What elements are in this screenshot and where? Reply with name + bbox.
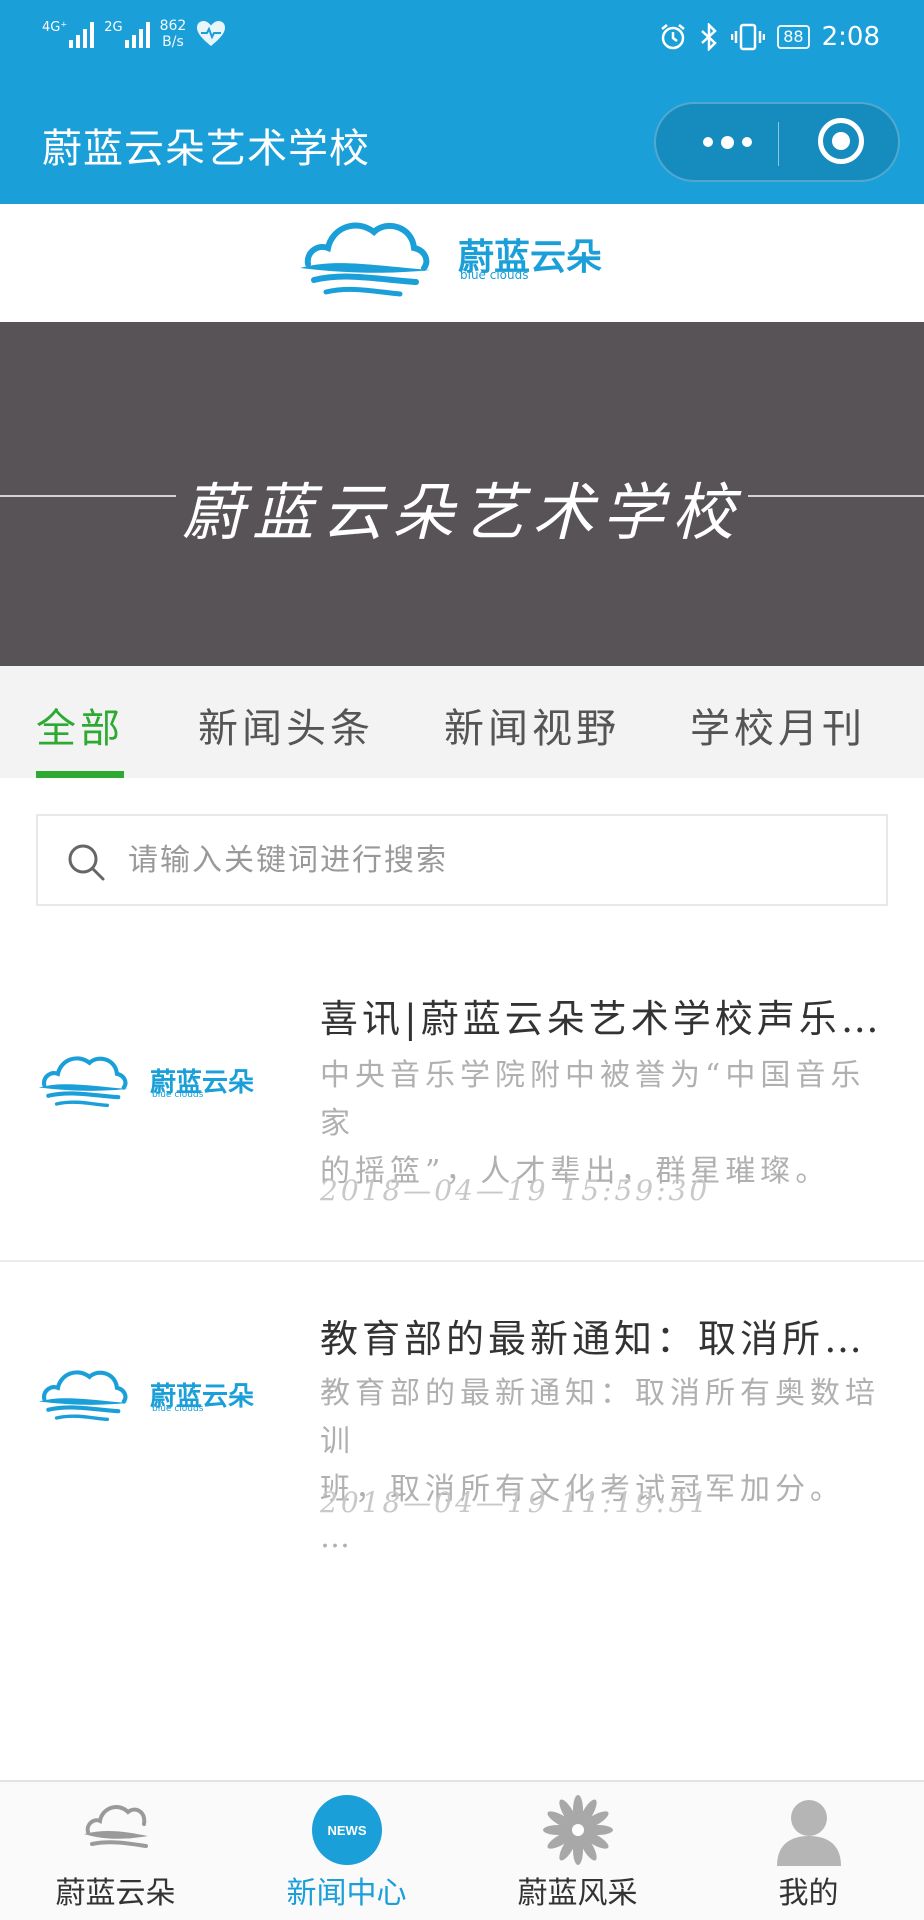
battery-indicator: 88 <box>777 25 810 49</box>
news-title: 教育部的最新通知：取消所… <box>320 1317 867 1361</box>
hero-banner: 蔚蓝云朵艺术学校 <box>0 322 924 666</box>
active-tab-indicator <box>36 771 124 778</box>
bottom-tab-bar: 蔚蓝云朵 NEWS 新闻中心 蔚蓝风采 我的 <box>0 1780 924 1920</box>
flower-icon <box>543 1795 613 1865</box>
tab-all[interactable]: 全部 <box>36 696 124 754</box>
news-thumbnail: 蔚蓝云朵 blue clouds <box>36 1362 276 1462</box>
bluetooth-icon <box>701 23 718 51</box>
news-thumbnail: 蔚蓝云朵 blue clouds <box>36 1048 276 1148</box>
vibrate-icon <box>731 23 766 51</box>
tabbar-item-gallery[interactable]: 蔚蓝风采 <box>462 1782 693 1920</box>
news-date: 2018—04—19 15:59:30 <box>320 1174 711 1207</box>
cloud-icon <box>84 1805 148 1848</box>
tab-headlines[interactable]: 新闻头条 <box>198 696 374 754</box>
signal-icon <box>124 20 150 48</box>
banner-line-right <box>748 495 924 497</box>
list-item[interactable]: 蔚蓝云朵 blue clouds 喜讯|蔚蓝云朵艺术学校声乐… 中央音乐学院附中… <box>0 960 924 1260</box>
mini-program-capsule <box>654 102 900 182</box>
tabbar-label: 蔚蓝风采 <box>517 1876 638 1911</box>
cloud-logo-icon <box>300 222 430 297</box>
tabbar-label: 新闻中心 <box>286 1876 407 1911</box>
banner-title: 蔚蓝云朵艺术学校 <box>181 476 742 549</box>
tabbar-item-news[interactable]: NEWS 新闻中心 <box>231 1782 462 1920</box>
search-input[interactable] <box>128 832 868 888</box>
capsule-divider <box>778 122 779 166</box>
logo-sub: blue clouds <box>460 268 529 282</box>
news-icon-text: NEWS <box>328 1823 367 1838</box>
brand-logo: 蔚蓝云朵 blue clouds <box>296 214 602 300</box>
logo-strip: 蔚蓝云朵 blue clouds <box>0 204 924 322</box>
network-indicator-2g: 2G <box>104 20 150 48</box>
more-dots-icon[interactable] <box>692 104 762 180</box>
cloud-logo-icon <box>38 1056 128 1108</box>
brand-logo: 蔚蓝云朵 blue clouds <box>36 1048 254 1112</box>
user-icon <box>777 1800 841 1866</box>
category-tabs: 全部 新闻头条 新闻视野 学校月刊 <box>0 666 924 778</box>
cloud-logo-icon <box>38 1370 128 1422</box>
target-circle-icon[interactable] <box>818 118 864 164</box>
heart-rate-icon <box>197 21 226 46</box>
news-summary: 教育部的最新通知：取消所有奥数培训 班，取消所有文化考试冠军加分。 … <box>320 1376 880 1555</box>
logo-sub: blue clouds <box>152 1089 204 1100</box>
logo-sub: blue clouds <box>152 1403 204 1414</box>
alarm-icon <box>661 24 686 50</box>
tab-news-vision[interactable]: 新闻视野 <box>444 696 620 754</box>
tabbar-item-home[interactable]: 蔚蓝云朵 <box>0 1782 231 1920</box>
signal-icon <box>69 20 95 48</box>
tabbar-label: 我的 <box>778 1876 839 1911</box>
news-title: 喜讯|蔚蓝云朵艺术学校声乐… <box>320 997 883 1041</box>
search-box <box>36 814 888 906</box>
news-date: 2018—04—19 11:19:51 <box>320 1486 711 1519</box>
list-item[interactable]: 蔚蓝云朵 blue clouds 教育部的最新通知：取消所… 教育部的最新通知：… <box>0 1262 924 1562</box>
network-speed: 862 B/s <box>159 18 187 50</box>
tabbar-item-profile[interactable]: 我的 <box>693 1782 924 1920</box>
brand-logo: 蔚蓝云朵 blue clouds <box>36 1362 254 1426</box>
tab-monthly[interactable]: 学校月刊 <box>690 696 866 754</box>
network-indicator-4g: 4G⁺ <box>42 20 95 48</box>
top-bar: 4G⁺ 2G 862 B/s 88 2:08 蔚蓝云朵艺术学校 <box>0 0 924 204</box>
search-icon <box>68 844 105 881</box>
news-icon: NEWS <box>312 1795 382 1865</box>
status-bar: 4G⁺ 2G 862 B/s 88 2:08 <box>0 0 924 82</box>
page-title: 蔚蓝云朵艺术学校 <box>42 126 370 172</box>
clock: 2:08 <box>821 22 880 52</box>
tabbar-label: 蔚蓝云朵 <box>55 1876 176 1911</box>
